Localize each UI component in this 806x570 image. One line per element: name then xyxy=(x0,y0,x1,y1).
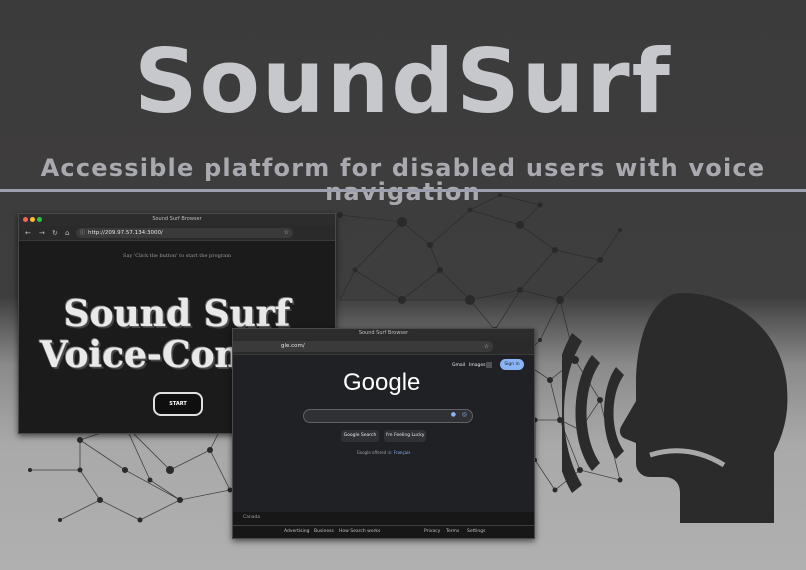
gmail-link[interactable]: Gmail xyxy=(452,363,465,368)
footer-link[interactable]: Settings xyxy=(467,529,485,534)
browser-toolbar: ← → ↻ ⌂ ⓘ http://209.97.57.134:3000/ ☆ xyxy=(19,226,335,241)
country-label: Canada xyxy=(243,515,261,520)
footer-link[interactable]: Business xyxy=(314,529,334,534)
app-heading-line1: Sound Surf xyxy=(63,293,291,335)
start-button[interactable]: START xyxy=(153,392,203,416)
language-offer: Google offered in: Français xyxy=(233,450,534,455)
browser-toolbar: gle.com/ ☆ xyxy=(233,339,534,355)
feeling-lucky-button[interactable]: I'm Feeling Lucky xyxy=(384,430,426,442)
footer-link[interactable]: How Search works xyxy=(339,529,380,534)
page-subtitle: Accessible platform for disabled users w… xyxy=(40,154,766,206)
footer-link[interactable]: Privacy xyxy=(424,529,440,534)
window-title: Sound Surf Browser xyxy=(358,330,409,336)
footer-link[interactable]: Advertising xyxy=(284,529,309,534)
address-bar[interactable]: ⓘ http://209.97.57.134:3000/ ☆ xyxy=(76,228,293,238)
google-window: Sound Surf Browser gle.com/ ☆ Gmail Imag… xyxy=(232,328,535,539)
window-titlebar: Sound Surf Browser xyxy=(19,214,335,226)
reload-icon[interactable]: ↻ xyxy=(52,228,58,238)
title-divider xyxy=(0,189,806,192)
back-arrow-icon[interactable]: ← xyxy=(25,228,31,238)
home-icon[interactable]: ⌂ xyxy=(65,228,69,238)
images-link[interactable]: Images xyxy=(469,363,485,368)
lock-icon: ⓘ xyxy=(80,230,86,236)
address-text: gle.com/ xyxy=(281,343,305,349)
language-link[interactable]: Français xyxy=(394,450,411,455)
footer-divider xyxy=(233,525,534,526)
google-footer: Canada Advertising Business How Search w… xyxy=(233,512,534,538)
lens-icon[interactable]: ◎ xyxy=(462,411,467,418)
address-text: http://209.97.57.134:3000/ xyxy=(88,230,163,236)
star-icon[interactable]: ☆ xyxy=(284,228,289,238)
search-input[interactable]: ● ◎ xyxy=(303,409,473,423)
google-search-button[interactable]: Google Search xyxy=(341,430,379,442)
forward-arrow-icon[interactable]: → xyxy=(39,228,45,238)
footer-link[interactable]: Terms xyxy=(446,529,459,534)
offered-in-text: Google offered in: xyxy=(356,450,393,455)
mic-icon[interactable]: ● xyxy=(451,411,456,418)
page-title: SoundSurf xyxy=(134,30,672,133)
sign-in-button[interactable]: Sign in xyxy=(500,359,524,370)
apps-grid-icon[interactable] xyxy=(486,362,492,368)
star-icon[interactable]: ☆ xyxy=(484,341,489,352)
window-title: Sound Surf Browser xyxy=(152,216,202,222)
window-titlebar: Sound Surf Browser xyxy=(233,329,534,339)
speaking-head-icon xyxy=(562,293,788,523)
address-bar[interactable]: gle.com/ ☆ xyxy=(233,341,493,352)
google-logo: Google xyxy=(343,369,421,396)
voice-instruction: Say 'Click the button' to start the prog… xyxy=(123,253,231,259)
